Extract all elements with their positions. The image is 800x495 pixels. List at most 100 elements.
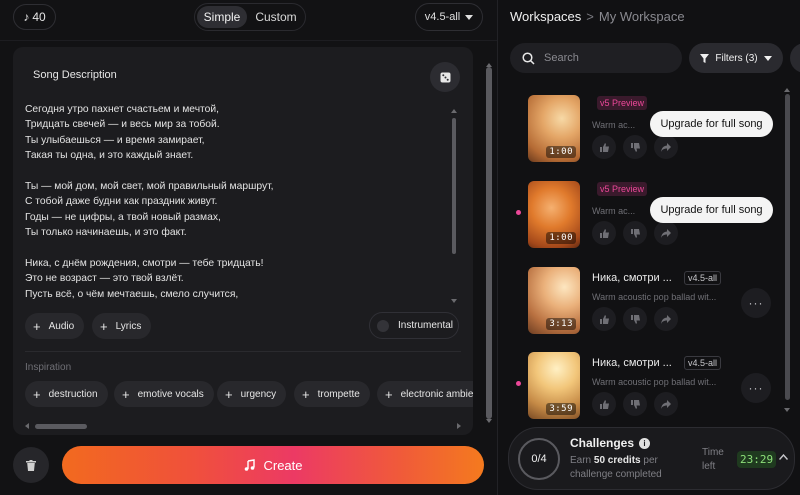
thumbs-down-icon [630,399,640,409]
plus-icon: + [33,318,41,334]
thumbs-down-icon [630,314,640,324]
challenges-desc-prefix: Earn [570,455,592,466]
share-button[interactable] [654,135,678,159]
like-button[interactable] [592,135,616,159]
version-badge: v5 Preview [597,96,648,110]
share-button[interactable] [654,221,678,245]
inspiration-tag[interactable]: + destruction [25,381,108,407]
tag-label: emotive vocals [137,388,204,400]
like-button[interactable] [592,307,616,331]
time-left-label: Time left [702,447,724,472]
song-cover[interactable]: 3:13 [528,267,580,334]
clear-button[interactable] [13,447,49,483]
topbar-divider [0,40,497,41]
create-panel-scrollbar[interactable] [486,63,493,423]
search-input[interactable]: Search [510,43,682,73]
inspiration-tag[interactable]: + trompette [294,381,370,407]
lyric-line: Годы — не цифры, а твой новый размах, [25,211,221,223]
lyrics-scrollbar[interactable] [451,109,457,303]
scroll-down-arrow[interactable] [486,419,492,423]
plus-icon: + [122,386,130,402]
chevron-down-icon [465,14,474,20]
inspiration-tag[interactable]: + urgency [217,381,287,407]
song-item[interactable]: 3:13 Ника, смотри ... v4.5-all Warm acou… [498,267,788,347]
song-title[interactable]: Ника, смотри ... [592,272,672,284]
inspiration-scroll-thumb[interactable] [35,424,87,429]
inspiration-tag[interactable]: + electronic ambie [377,381,473,407]
song-title[interactable]: Ника, смотри ... [592,357,672,369]
credits-badge[interactable]: ♪ 40 [13,4,56,30]
song-actions [592,307,678,331]
info-icon[interactable]: i [639,437,651,449]
song-more-button[interactable]: ··· [741,373,771,403]
lyric-line: Такая ты одна, и это каждый знает. [25,150,194,162]
song-list-scrollbar[interactable] [784,88,791,412]
challenges-timer: 23:29 [737,451,777,468]
music-plus-icon [245,458,256,471]
dislike-button[interactable] [623,392,647,416]
lyrics-scroll-thumb[interactable] [452,118,456,254]
scroll-up-arrow[interactable] [451,109,457,113]
scroll-right-arrow[interactable] [457,423,461,429]
instrumental-toggle[interactable]: Instrumental [369,312,459,339]
share-icon [661,314,671,324]
challenges-widget[interactable]: 0/4 Challenges i Earn 50 credits per cha… [508,427,795,490]
song-subtitle: Warm ac... [592,206,636,216]
like-button[interactable] [592,392,616,416]
song-cover[interactable]: 1:00 [528,95,580,162]
lyric-line: Пусть всё, о чём мечтаешь, смело случитс… [25,288,239,300]
song-duration: 1:00 [546,146,576,158]
inspiration-scrollbar[interactable] [25,423,461,430]
dislike-button[interactable] [623,221,647,245]
dislike-button[interactable] [623,135,647,159]
breadcrumb-current: My Workspace [598,9,685,24]
add-lyrics-button[interactable]: + Lyrics [92,313,152,339]
song-duration: 3:13 [546,318,576,330]
song-description-textarea[interactable]: Сегодня утро пахнет счастьем и мечтой, Т… [25,102,445,302]
thumbs-up-icon [599,399,609,409]
challenges-title-row: Challenges i [570,436,651,450]
mode-simple[interactable]: Simple [197,6,247,28]
share-button[interactable] [654,392,678,416]
version-select[interactable]: v4.5-all [415,3,483,31]
chevron-up-icon[interactable] [779,454,788,460]
lyric-line: Ты — мой дом, мой свет, мой правильный м… [25,180,274,192]
song-item[interactable]: 3:59 Ника, смотри ... v4.5-all Warm acou… [498,352,788,432]
breadcrumb: Workspaces > My Workspace [510,9,685,24]
plus-icon: + [100,318,108,334]
lyric-line: Это не возраст — это твой взлёт. [25,273,184,285]
music-note-icon: ♪ [23,10,30,24]
toggle-knob [377,319,389,332]
create-panel-scroll-thumb[interactable] [486,67,492,419]
song-item[interactable]: 1:00 v5 Preview Warm ac... Upgrade for f… [498,181,788,261]
random-prompt-button[interactable] [430,62,460,92]
song-item[interactable]: 1:00 v5 Preview Warm ac... Upgrade for f… [498,95,788,175]
like-button[interactable] [592,221,616,245]
upgrade-button[interactable]: Upgrade for full song [650,197,773,223]
share-button[interactable] [654,307,678,331]
add-audio-button[interactable]: + Audio [25,313,85,339]
create-button[interactable]: Create [62,446,484,484]
lyric-line: Тридцать свечей — и весь мир за тобой. [25,119,220,131]
share-icon [661,142,671,152]
plus-icon: + [302,386,310,402]
inspiration-tag[interactable]: + emotive vocals [114,381,214,407]
version-label: v4.5-all [424,11,461,23]
scroll-up-arrow[interactable] [784,88,790,92]
scroll-left-arrow[interactable] [25,423,29,429]
song-cover[interactable]: 3:59 [528,352,580,419]
song-more-button[interactable]: ··· [741,288,771,318]
inspiration-divider [25,351,461,352]
dislike-button[interactable] [623,307,647,331]
more-options-button[interactable] [790,43,800,73]
mode-custom[interactable]: Custom [249,6,303,28]
breadcrumb-workspaces[interactable]: Workspaces [510,9,581,24]
upgrade-button[interactable]: Upgrade for full song [650,111,773,137]
new-indicator [516,210,521,215]
share-icon [661,399,671,409]
song-cover[interactable]: 1:00 [528,181,580,248]
song-list-scroll-thumb[interactable] [785,94,790,400]
scroll-down-arrow[interactable] [784,408,790,412]
scroll-down-arrow[interactable] [451,299,457,303]
filters-button[interactable]: Filters (3) [689,43,783,73]
